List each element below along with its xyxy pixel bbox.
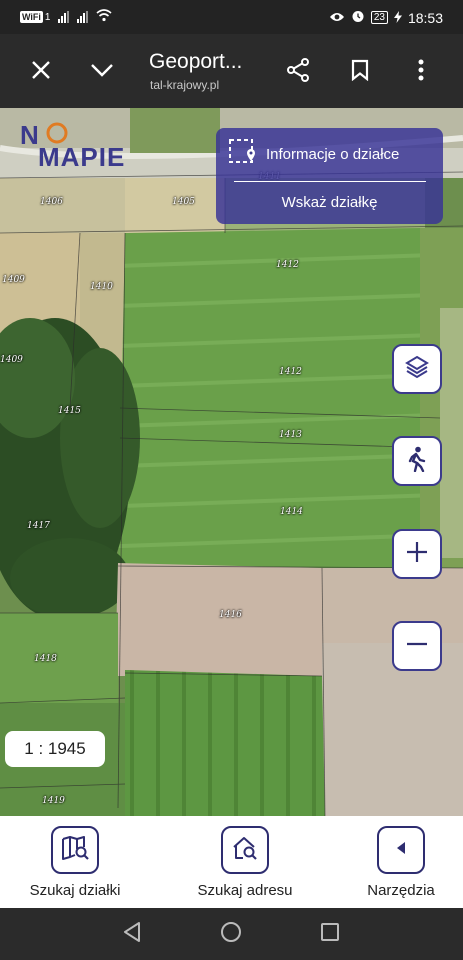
battery-icon: 23 — [370, 11, 388, 24]
nav-recents-button[interactable] — [316, 920, 344, 948]
caret-left-icon — [395, 841, 407, 860]
page-url: tal-krajowy.pl — [150, 78, 220, 92]
parcel-label: 1413 — [279, 430, 302, 440]
walking-person-icon — [405, 446, 429, 477]
parcel-info-panel: Informacje o działce Wskaż działkę — [216, 128, 443, 224]
more-options-button[interactable] — [401, 52, 441, 92]
plus-icon — [405, 540, 429, 569]
clock-time: 18:53 — [407, 9, 443, 26]
share-button[interactable] — [278, 52, 318, 92]
search-parcel-button[interactable]: Szukaj działki — [18, 826, 132, 899]
search-map-icon-box — [51, 826, 99, 874]
recents-square-icon — [320, 922, 340, 947]
system-nav-bar — [0, 908, 463, 960]
close-icon — [31, 60, 51, 85]
parcel-label: 1416 — [219, 610, 242, 620]
home-circle-icon — [220, 921, 242, 948]
parcel-label: 1410 — [90, 282, 113, 292]
collapse-button[interactable] — [82, 52, 122, 92]
alarm-icon — [351, 9, 365, 26]
parcel-label: 1412 — [279, 367, 302, 377]
nav-back-button[interactable] — [118, 920, 146, 948]
parcel-label: 1419 — [42, 796, 65, 806]
wifi-icon — [96, 9, 113, 25]
parcel-info-button[interactable]: Informacje o działce — [216, 128, 443, 180]
map-view[interactable]: 1406 1405 1411 1412 1409 1410 1412 1409 … — [0, 108, 463, 816]
signal-icon — [58, 11, 70, 23]
eye-icon — [329, 10, 345, 26]
bottom-toolbar: Szukaj działki Szukaj adresu Narzędzia — [0, 816, 463, 908]
tools-label: Narzędzia — [367, 882, 435, 899]
parcel-label: 1415 — [58, 406, 81, 416]
charging-icon — [393, 10, 402, 26]
bookmark-button[interactable] — [340, 52, 380, 92]
signal-2-icon — [77, 11, 89, 23]
sim-number: 1 — [44, 11, 51, 23]
map-search-icon — [61, 835, 89, 866]
zoom-out-button[interactable] — [392, 621, 442, 671]
search-address-button[interactable]: Szukaj adresu — [186, 826, 304, 899]
status-bar: WiFi 1 23 18:53 — [0, 0, 463, 34]
na-mapie-logo: N MAPIE — [20, 120, 126, 172]
map-scale: 1 : 1945 — [5, 731, 105, 767]
wifi-calling-chip: WiFi — [20, 11, 43, 23]
search-home-icon-box — [221, 826, 269, 874]
street-view-button[interactable] — [392, 436, 442, 486]
minus-icon — [405, 632, 429, 661]
home-search-icon — [231, 835, 259, 866]
back-triangle-icon — [122, 921, 142, 948]
parcel-label: 1414 — [280, 507, 303, 517]
parcel-label: 1409 — [0, 355, 23, 365]
parcel-info-label: Informacje o działce — [266, 145, 400, 163]
show-parcel-button[interactable]: Wskaż działkę — [216, 186, 443, 220]
parcel-label: 1417 — [27, 521, 50, 531]
parcel-label: 1406 — [40, 197, 63, 207]
browser-app-bar: Geoport... tal-krajowy.pl — [0, 34, 463, 108]
layers-button[interactable] — [392, 344, 442, 394]
panel-divider — [234, 181, 426, 182]
parcel-label: 1405 — [172, 197, 195, 207]
zoom-in-button[interactable] — [392, 529, 442, 579]
layers-icon — [404, 354, 430, 385]
share-icon — [286, 57, 310, 87]
tools-icon-box — [377, 826, 425, 874]
parcel-label: 1409 — [2, 275, 25, 285]
nav-home-button[interactable] — [217, 920, 245, 948]
page-title: Geoport... — [149, 50, 243, 73]
parcel-label: 1412 — [276, 260, 299, 270]
chevron-down-icon — [90, 63, 114, 82]
parcel-label: 1418 — [34, 654, 57, 664]
tools-button[interactable]: Narzędzia — [355, 826, 447, 899]
close-button[interactable] — [21, 52, 61, 92]
select-area-icon — [228, 138, 256, 171]
search-parcel-label: Szukaj działki — [29, 882, 121, 899]
more-vert-icon — [418, 59, 424, 86]
bookmark-icon — [351, 59, 369, 86]
search-address-label: Szukaj adresu — [197, 882, 293, 899]
